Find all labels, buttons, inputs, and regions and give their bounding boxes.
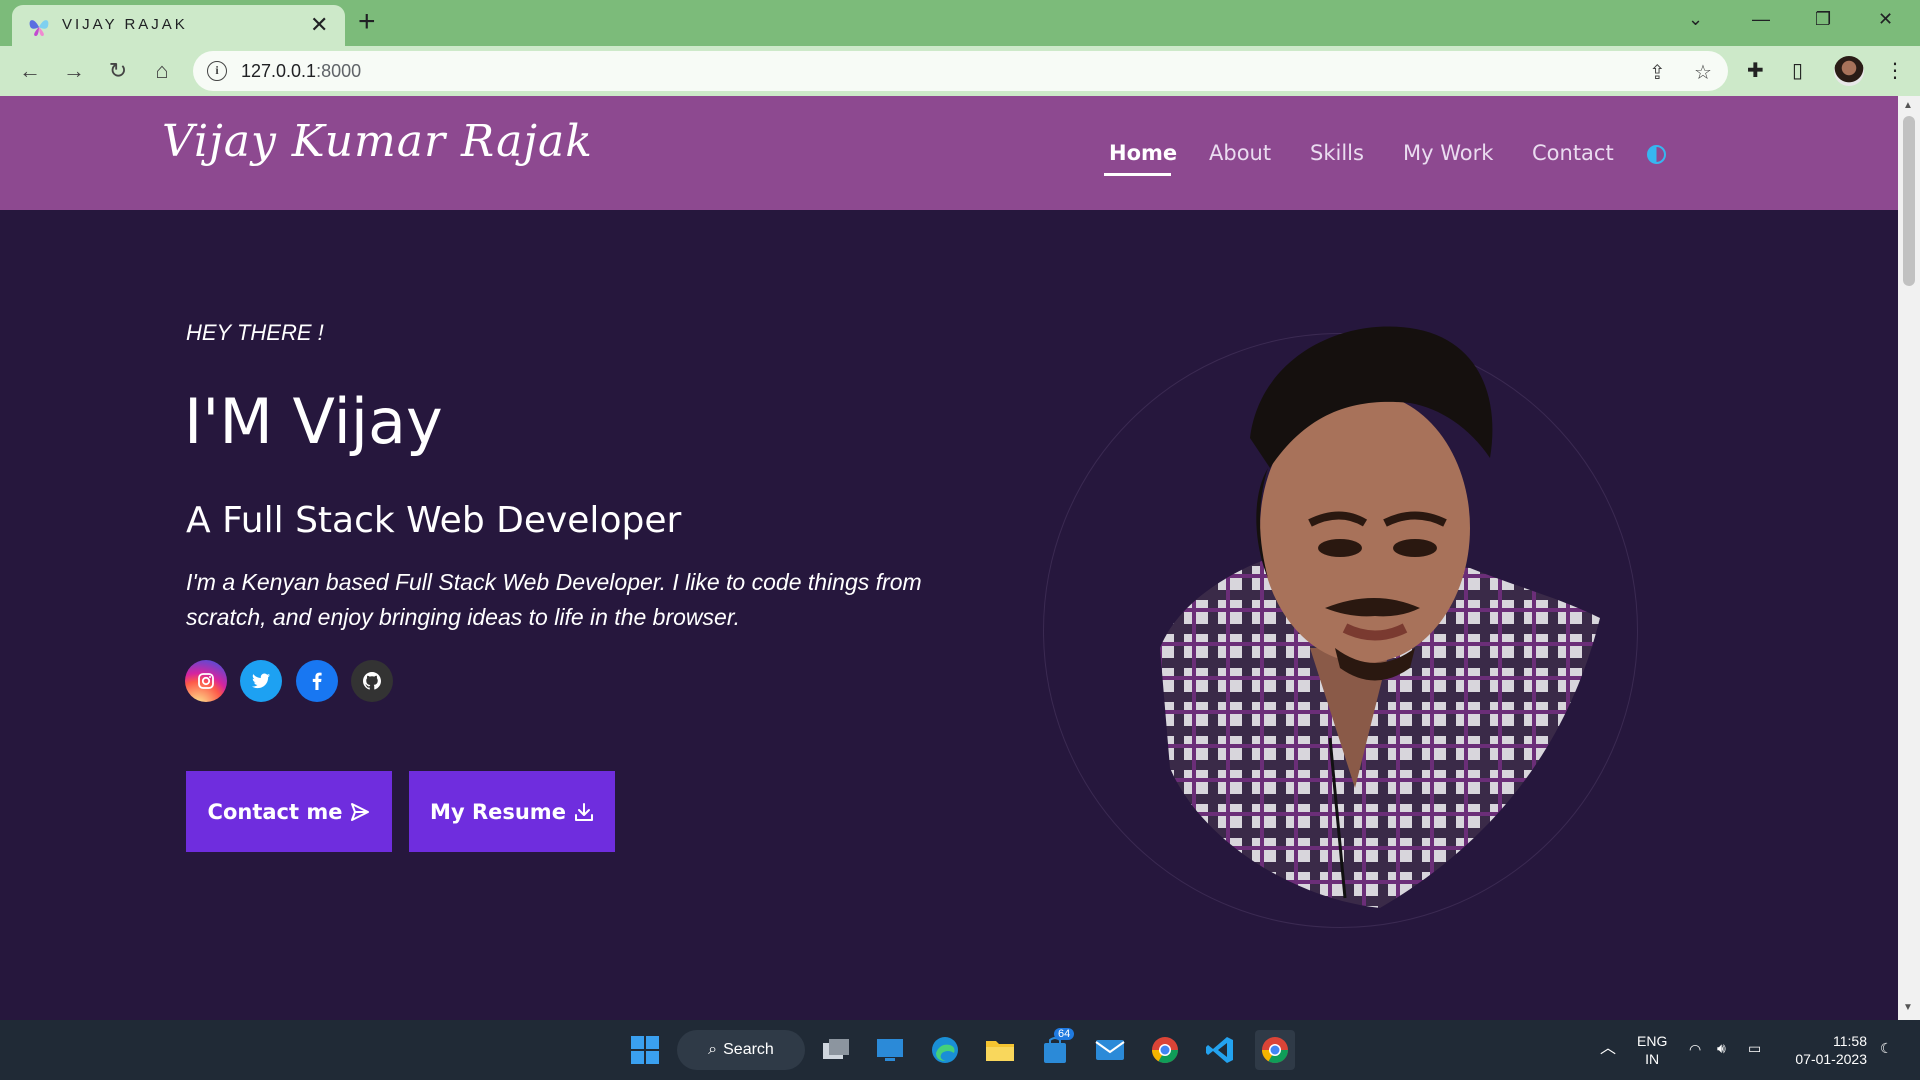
hero-description: I'm a Kenyan based Full Stack Web Develo…	[186, 569, 922, 630]
language-code: ENG	[1637, 1033, 1668, 1049]
instagram-icon[interactable]	[185, 660, 227, 702]
vscode-icon[interactable]	[1200, 1030, 1240, 1070]
download-icon	[574, 802, 593, 821]
nav-my-work[interactable]: My Work	[1403, 141, 1493, 165]
site-info-icon[interactable]: i	[207, 61, 227, 81]
nav-skills[interactable]: Skills	[1310, 141, 1364, 165]
page-scrollbar[interactable]: ▲ ▼	[1898, 96, 1920, 1020]
tray-chevron-icon[interactable]: ︿	[1600, 1040, 1616, 1058]
restore-icon[interactable]: ❐	[1815, 8, 1831, 30]
share-icon[interactable]: ⇪	[1649, 60, 1666, 85]
windows-taskbar: ⌕ Search 64 ︿ ENG IN ◠ 🔊︎ ▭ 11:58 07-01-…	[0, 1020, 1920, 1080]
home-icon[interactable]: ⌂	[149, 58, 175, 84]
browser-toolbar: ← → ↻ ⌂ i 127.0.0.1:8000 ⇪ ☆ ✚ ▯ ⋮	[0, 46, 1920, 96]
forward-icon[interactable]: →	[61, 58, 87, 84]
menu-kebab-icon[interactable]: ⋮	[1885, 58, 1905, 83]
tab-title: VIJAY RAJAK	[62, 16, 188, 33]
clock[interactable]: 11:58 07-01-2023	[1787, 1032, 1867, 1068]
profile-photo	[1160, 326, 1600, 908]
hero-name: I'M Vijay	[184, 385, 443, 458]
nav-contact[interactable]: Contact	[1532, 141, 1614, 165]
file-explorer-icon[interactable]	[980, 1030, 1020, 1070]
site-header: Vijay Kumar Rajak Home About Skills My W…	[0, 96, 1898, 210]
github-icon[interactable]	[351, 660, 393, 702]
nav-home[interactable]: Home	[1109, 141, 1177, 165]
nav-active-underline	[1104, 173, 1171, 176]
browser-tab[interactable]: VIJAY RAJAK ✕	[12, 5, 345, 46]
wifi-icon[interactable]: ◠	[1689, 1040, 1701, 1058]
notifications-moon-icon[interactable]: ☾	[1880, 1039, 1893, 1057]
chrome-icon[interactable]	[1145, 1030, 1185, 1070]
scroll-down-icon[interactable]: ▼	[1903, 1002, 1913, 1013]
nav-about[interactable]: About	[1209, 141, 1271, 165]
hero-role: A Full Stack Web Developer	[186, 500, 682, 541]
my-resume-button[interactable]: My Resume	[409, 771, 615, 852]
contact-me-button[interactable]: Contact me	[186, 771, 392, 852]
my-resume-label: My Resume	[430, 799, 566, 824]
search-icon: ⌕	[708, 1041, 718, 1058]
volume-icon[interactable]: 🔊︎	[1717, 1039, 1726, 1057]
task-view-icon[interactable]	[816, 1030, 856, 1070]
store-badge-count: 64	[1054, 1028, 1075, 1040]
reload-icon[interactable]: ↻	[105, 58, 131, 84]
send-icon	[351, 802, 370, 821]
close-window-icon[interactable]: ✕	[1878, 8, 1893, 30]
bookmark-star-icon[interactable]: ☆	[1694, 60, 1712, 85]
mail-icon[interactable]	[1090, 1030, 1130, 1070]
tab-close-icon[interactable]: ✕	[310, 13, 328, 37]
profile-avatar[interactable]	[1834, 56, 1864, 86]
taskbar-search-button[interactable]: ⌕ Search	[677, 1030, 805, 1070]
theme-toggle-icon[interactable]	[1647, 145, 1666, 164]
tab-search-chevron-icon[interactable]: ⌄	[1688, 8, 1703, 30]
extensions-icon[interactable]: ✚	[1747, 58, 1764, 83]
site-logo[interactable]: Vijay Kumar Rajak	[162, 116, 593, 167]
edge-browser-icon[interactable]	[925, 1030, 965, 1070]
contact-me-label: Contact me	[207, 799, 343, 824]
butterfly-icon	[29, 20, 49, 36]
facebook-icon[interactable]	[296, 660, 338, 702]
scroll-up-icon[interactable]: ▲	[1903, 100, 1913, 111]
windows-start-icon[interactable]	[625, 1030, 665, 1070]
minimize-icon[interactable]: —	[1752, 8, 1770, 30]
battery-icon[interactable]: ▭	[1748, 1039, 1761, 1057]
side-panel-icon[interactable]: ▯	[1792, 58, 1803, 83]
url-text[interactable]: 127.0.0.1:8000	[241, 61, 361, 82]
hero-greeting: HEY THERE !	[186, 320, 324, 345]
scroll-thumb[interactable]	[1903, 116, 1915, 286]
twitter-icon[interactable]	[240, 660, 282, 702]
desktop-app-icon[interactable]	[870, 1030, 910, 1070]
clock-date: 07-01-2023	[1795, 1051, 1867, 1067]
language-indicator[interactable]: ENG IN	[1637, 1032, 1667, 1068]
clock-time: 11:58	[1833, 1033, 1867, 1049]
address-bar[interactable]: i 127.0.0.1:8000 ⇪ ☆	[193, 51, 1728, 91]
new-tab-icon[interactable]: +	[358, 6, 376, 38]
chrome-profile-active-icon[interactable]	[1255, 1030, 1295, 1070]
back-icon[interactable]: ←	[17, 58, 43, 84]
browser-tab-strip: VIJAY RAJAK ✕ + ⌄ — ❐ ✕	[0, 0, 1920, 46]
taskbar-search-label: Search	[723, 1041, 774, 1058]
language-region: IN	[1645, 1051, 1660, 1067]
